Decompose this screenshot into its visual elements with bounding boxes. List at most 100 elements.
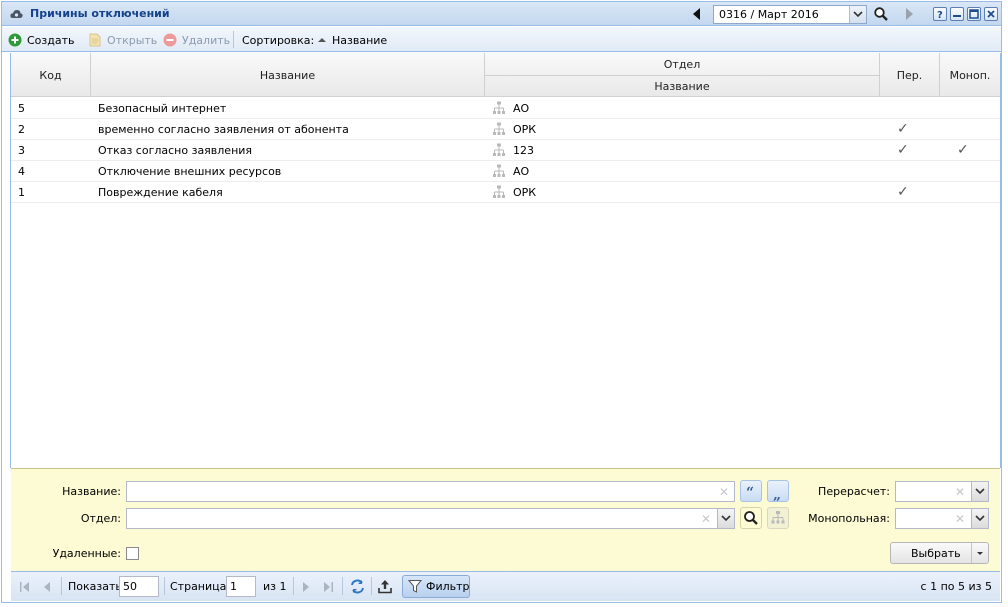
cell-dept: АО [513,102,530,115]
pager-separator [371,577,372,595]
window: Причины отключений 0316 / Март 2016 ? Со… [1,1,1002,603]
cell-name: Отключение внешних ресурсов [98,165,282,178]
mono-dropdown-trigger[interactable] [971,509,988,528]
quote-close-icon: „ [773,487,781,503]
cell-name: временно согласно заявления от абонента [98,123,349,136]
delete-button[interactable]: Удалить [163,32,230,48]
filter-panel: Название: ✕ “ „ Отдел: ✕ Перерасчет: ✕ М… [11,468,1000,571]
toolbar: Создать Открыть Удалить Сортировка: Назв… [2,27,1001,52]
page-size-input[interactable]: 50 [119,576,159,597]
quote-open-icon: “ [746,485,754,501]
plus-circle-icon [8,33,22,47]
document-icon [89,33,101,47]
column-header-dept-name[interactable]: Название [485,75,880,97]
cell-dept: ОРК [513,123,537,136]
table-row[interactable]: 5 Безопасный интернет АО [11,98,1000,119]
close-button[interactable] [984,7,998,21]
clear-icon[interactable]: ✕ [701,512,711,526]
previous-page-icon[interactable] [40,580,54,594]
filter-recalc-select[interactable]: ✕ [895,481,989,502]
first-page-icon[interactable] [18,580,32,594]
pager-separator [61,577,62,595]
export-icon[interactable] [377,578,393,595]
cell-per: ✓ [897,121,909,137]
table-row[interactable]: 4 Отключение внешних ресурсов АО [11,161,1000,182]
clear-icon[interactable]: ✕ [719,485,729,499]
title-bar: Причины отключений 0316 / Март 2016 ? [2,2,1001,26]
org-structure-icon [771,511,785,524]
filter-dept-input[interactable]: ✕ [126,508,735,529]
previous-period-icon[interactable] [688,5,706,23]
last-page-icon[interactable] [321,580,335,594]
svg-text:“: “ [746,485,754,501]
dept-tree-button[interactable] [767,507,789,529]
svg-text:?: ? [937,10,943,20]
minimize-button[interactable] [950,7,964,21]
cell-code: 4 [18,165,25,178]
page-number-input[interactable]: 1 [226,576,256,597]
column-group-dept: Отдел [485,53,880,75]
filter-name-input[interactable]: ✕ [126,481,735,502]
open-button[interactable]: Открыть [88,32,157,48]
page-count-label: из 1 [263,580,287,593]
column-header-name[interactable]: Название [91,53,485,97]
grid-border-right [1000,53,1001,468]
grid-body: 5 Безопасный интернет АО 2 временно согл… [11,98,1000,203]
chevron-down-icon [975,488,985,495]
next-page-icon[interactable] [299,580,313,594]
create-button[interactable]: Создать [8,32,75,48]
filter-recalc-label: Перерасчет: [818,485,890,498]
grid-header: Код Название Отдел Название Пер. Моноп. [11,53,1000,97]
sort-field-button[interactable]: Название [317,32,387,48]
sort-ascending-icon [318,38,326,42]
column-header-per[interactable]: Пер. [880,53,940,97]
org-structure-icon [493,101,505,114]
refresh-icon[interactable] [349,578,366,595]
period-dropdown-trigger[interactable] [849,6,866,23]
select-menu-trigger[interactable] [971,543,988,563]
pager-separator [342,577,343,595]
search-icon [744,511,758,525]
cell-mono: ✓ [957,142,969,158]
period-select[interactable]: 0316 / Март 2016 [713,5,867,24]
chevron-down-icon [975,515,985,522]
table-row[interactable]: 3 Отказ согласно заявления 123 ✓ ✓ [11,140,1000,161]
cell-dept: 123 [513,144,534,157]
quote-open-button[interactable]: “ [740,480,762,502]
select-button[interactable]: Выбрать [890,542,989,564]
sort-label: Сортировка: [242,33,315,47]
dept-dropdown-trigger[interactable] [717,509,734,528]
close-icon [987,10,995,18]
recalc-dropdown-trigger[interactable] [971,482,988,501]
cell-code: 3 [18,144,25,157]
table-row[interactable]: 2 временно согласно заявления от абонент… [11,119,1000,140]
maximize-button[interactable] [967,7,981,21]
next-period-icon[interactable] [900,5,918,23]
cloud-gear-icon [10,10,23,18]
clear-icon[interactable]: ✕ [955,485,965,499]
column-header-mono[interactable]: Моноп. [940,53,1000,97]
quote-close-button[interactable]: „ [767,480,789,503]
org-structure-icon [493,143,505,156]
page-size-label: Показать [68,580,122,593]
funnel-icon [408,580,422,593]
clear-icon[interactable]: ✕ [955,512,965,526]
org-structure-icon [493,185,505,198]
filter-deleted-label: Удаленные: [52,547,121,560]
filter-name-label: Название: [62,485,121,498]
cell-per: ✓ [897,184,909,200]
column-header-code[interactable]: Код [11,53,91,97]
deleted-checkbox[interactable] [126,547,139,560]
cell-name: Отказ согласно заявления [98,144,253,157]
org-structure-icon [493,122,505,135]
pager-separator [293,577,294,595]
cell-name: Повреждение кабеля [98,186,223,199]
help-button[interactable]: ? [933,7,947,21]
filter-mono-select[interactable]: ✕ [895,508,989,529]
search-period-icon[interactable] [872,5,890,23]
dept-search-button[interactable] [740,507,762,529]
cell-code: 2 [18,123,25,136]
table-row[interactable]: 1 Повреждение кабеля ОРК ✓ [11,182,1000,203]
cell-dept: ОРК [513,186,537,199]
filter-toggle-button[interactable]: Фильтр [402,575,470,598]
